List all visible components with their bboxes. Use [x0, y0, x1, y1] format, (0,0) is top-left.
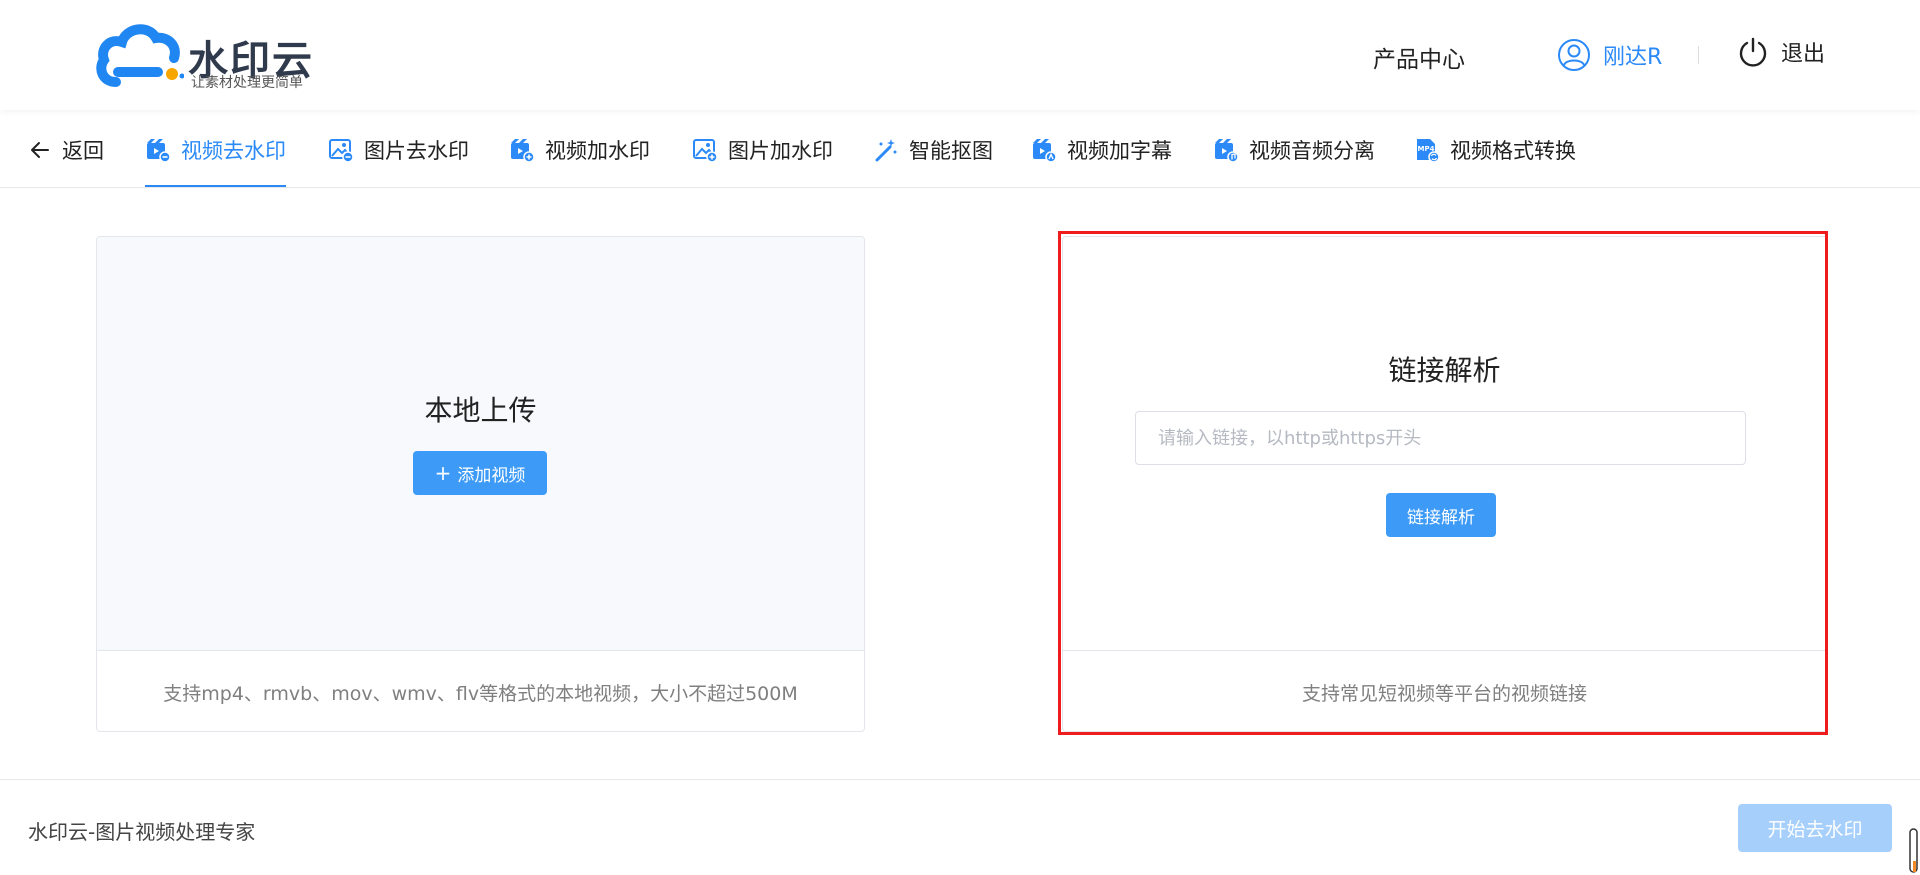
- link-parse-panel: 链接解析 链接解析 支持常见短视频等平台的视频链接: [1062, 236, 1827, 732]
- tab-label: 视频加水印: [545, 138, 650, 163]
- user-name: 刚达R: [1603, 45, 1663, 70]
- tab-smart-cutout[interactable]: 智能抠图: [873, 112, 993, 187]
- user-avatar-icon: [1558, 39, 1590, 71]
- video-remove-watermark-icon: [147, 138, 171, 163]
- tab-audio-separate[interactable]: 视频音频分离: [1213, 112, 1375, 187]
- top-bar: 水印云 让素材处理更简单 产品中心 刚达R 退出: [0, 0, 1920, 110]
- video-add-watermark-icon: [511, 138, 535, 163]
- user-menu[interactable]: 刚达R: [1557, 36, 1662, 74]
- scroll-handle-icon[interactable]: [1907, 827, 1920, 874]
- local-upload-panel: 本地上传 + 添加视频 支持mp4、rmvb、mov、wmv、flv等格式的本地…: [96, 236, 865, 732]
- power-icon: [1739, 37, 1767, 67]
- add-video-button[interactable]: + 添加视频: [413, 451, 547, 495]
- magic-wand-icon: [875, 138, 897, 161]
- logout-label: 退出: [1781, 42, 1826, 67]
- audio-separate-icon: [1215, 138, 1239, 163]
- parse-link-button[interactable]: 链接解析: [1386, 493, 1496, 537]
- tab-label: 图片去水印: [364, 138, 469, 163]
- start-remove-watermark-button[interactable]: 开始去水印: [1738, 804, 1892, 852]
- add-video-label: 添加视频: [457, 465, 526, 486]
- logo-slogan: 让素材处理更简单: [191, 75, 303, 91]
- tab-label: 视频格式转换: [1450, 138, 1576, 163]
- link-parse-note: 支持常见短视频等平台的视频链接: [1301, 683, 1587, 705]
- mp4-convert-icon: MP4: [1417, 138, 1440, 163]
- link-parse-title: 链接解析: [1388, 354, 1501, 387]
- tab-video-add-watermark[interactable]: 视频加水印: [509, 112, 650, 187]
- tab-image-remove-watermark[interactable]: 图片去水印: [328, 112, 469, 187]
- tab-video-subtitle[interactable]: 视频加字幕: [1031, 112, 1172, 187]
- tool-nav: 返回 视频去水印 图片去水印 视频加水印 图片加水印 智能抠图 视频加字幕 视频…: [0, 112, 1920, 188]
- header-separator: [1698, 46, 1699, 64]
- upload-drop-area[interactable]: 本地上传 + 添加视频: [97, 237, 864, 651]
- logo[interactable]: 水印云 让素材处理更简单: [96, 22, 316, 91]
- image-add-watermark-icon: [693, 138, 718, 163]
- back-button[interactable]: 返回: [28, 112, 104, 187]
- tab-label: 视频音频分离: [1249, 138, 1375, 163]
- link-input[interactable]: [1135, 411, 1746, 465]
- tab-label: 智能抠图: [909, 138, 993, 163]
- plus-icon: +: [434, 461, 452, 485]
- footer-bar: 水印云-图片视频处理专家 开始去水印: [0, 779, 1920, 875]
- local-upload-note: 支持mp4、rmvb、mov、wmv、flv等格式的本地视频，大小不超过500M: [163, 683, 798, 705]
- local-upload-title: 本地上传: [424, 394, 537, 427]
- product-center-link[interactable]: 产品中心: [1373, 40, 1465, 74]
- footer-slogan: 水印云-图片视频处理专家: [28, 820, 256, 844]
- tab-video-remove-watermark[interactable]: 视频去水印: [145, 112, 286, 187]
- logout-button[interactable]: 退出: [1737, 36, 1825, 68]
- video-subtitle-icon: [1033, 138, 1057, 163]
- cloud-logo-icon: [96, 24, 184, 87]
- back-label: 返回: [62, 138, 104, 163]
- tab-label: 视频去水印: [181, 138, 286, 163]
- panel-divider: [1063, 650, 1826, 651]
- tab-format-convert[interactable]: MP4 视频格式转换: [1414, 112, 1576, 187]
- tab-label: 图片加水印: [728, 138, 833, 163]
- arrow-left-icon: [31, 141, 49, 158]
- tab-image-add-watermark[interactable]: 图片加水印: [692, 112, 833, 187]
- image-remove-watermark-icon: [329, 138, 354, 163]
- tab-label: 视频加字幕: [1067, 138, 1172, 163]
